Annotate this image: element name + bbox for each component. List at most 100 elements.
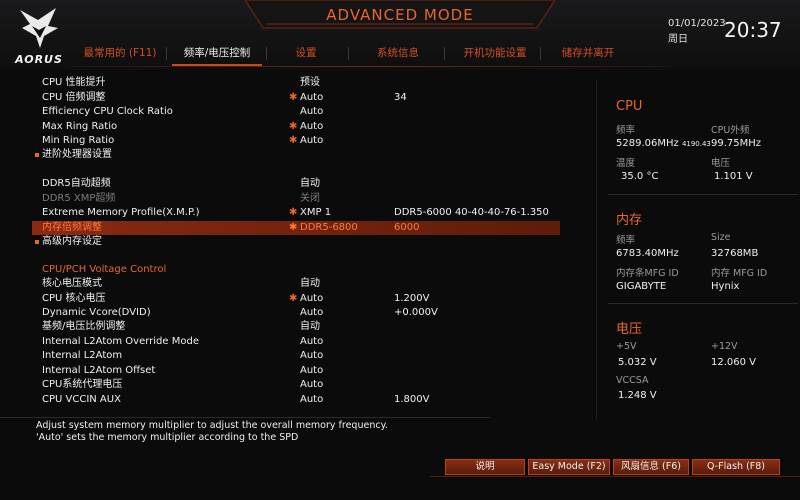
setting-current-value: 34 [394, 92, 407, 103]
setting-min-ring-ratio[interactable]: Min Ring Ratio ✱ Auto [32, 134, 560, 148]
setting-value[interactable]: Auto [300, 134, 323, 148]
setting-label: 内存倍频调整 [42, 222, 102, 233]
modified-star-icon: ✱ [289, 222, 298, 233]
section-title-voltage: CPU/PCH Voltage Control [42, 264, 167, 275]
setting-value[interactable]: Auto [300, 91, 323, 105]
footer-bar: 说明 Easy Mode (F2) 风扇信息 (F6) Q-Flash (F8) [0, 458, 800, 500]
setting-value[interactable]: Auto [300, 335, 323, 349]
setting-value[interactable]: XMP 1 [300, 206, 331, 220]
tab-system-info[interactable]: 系统信息 [358, 44, 438, 64]
tab-frequency-voltage[interactable]: 频率/电压控制 [172, 44, 262, 66]
setting-memory-multiplier[interactable]: 内存倍频调整 ✱ DDR5-6800 6000 [32, 221, 560, 235]
help-button[interactable]: 说明 [445, 459, 525, 475]
setting-label: CPU系统代理电压 [42, 379, 123, 390]
vccsa-value: 1.248 V [618, 390, 657, 401]
setting-bclk-voltage-ratio[interactable]: 基频/电压比例调整 自动 [32, 320, 560, 334]
setting-efficiency-cpu-clock-ratio[interactable]: Efficiency CPU Clock Ratio Auto [32, 105, 560, 119]
submenu-advanced-cpu-settings[interactable]: 进阶处理器设置 [32, 148, 560, 162]
mode-title-plate: ADVANCED MODE [245, 0, 555, 32]
setting-value[interactable]: DDR5-6800 [300, 221, 358, 235]
memory-freq-value: 6783.40MHz [616, 248, 679, 259]
setting-l2atom-offset[interactable]: Internal L2Atom Offset Auto [32, 364, 560, 378]
help-text: Adjust system memory multiplier to adjus… [36, 420, 596, 444]
tab-settings[interactable]: 设置 [274, 44, 338, 64]
cpu-temp-value: 35.0 °C [621, 171, 659, 182]
cpu-bclk-value: 99.75MHz [711, 138, 762, 149]
setting-label: CPU VCCIN AUX [42, 394, 121, 405]
setting-value[interactable]: Auto [300, 393, 323, 407]
memory-mfg-value: GIGABYTE [616, 281, 667, 292]
setting-l2atom-override-mode[interactable]: Internal L2Atom Override Mode Auto [32, 335, 560, 349]
setting-value[interactable]: 自动 [300, 320, 320, 334]
header-bar: AORUS ADVANCED MODE 01/01/2023 周日 20:37 … [0, 0, 800, 70]
setting-label: 基频/电压比例调整 [42, 321, 126, 332]
help-divider [0, 417, 490, 418]
setting-value[interactable]: Auto [300, 364, 323, 378]
tab-favorites[interactable]: 最常用的 (F11) [78, 44, 162, 64]
setting-label: CPU 性能提升 [42, 77, 106, 88]
setting-cpu-vcore[interactable]: CPU 核心电压 ✱ Auto 1.200V [32, 292, 560, 306]
setting-current-value: 6000 [394, 222, 420, 233]
panel-separator [608, 303, 798, 304]
cpu-freq-sub: 4190.43 [681, 140, 711, 148]
setting-label: Dynamic Vcore(DVID) [42, 307, 151, 318]
setting-label: CPU 倍频调整 [42, 92, 106, 103]
setting-cpu-vccin-aux[interactable]: CPU VCCIN AUX Auto 1.800V [32, 393, 560, 407]
setting-label: Internal L2Atom Offset [42, 365, 156, 376]
setting-value[interactable]: 自动 [300, 177, 320, 191]
modified-star-icon: ✱ [289, 135, 298, 146]
qflash-button[interactable]: Q-Flash (F8) [692, 459, 780, 475]
fan-info-button[interactable]: 风扇信息 (F6) [613, 459, 689, 475]
setting-label: 进阶处理器设置 [42, 149, 112, 160]
setting-cpu-performance-boost[interactable]: CPU 性能提升 预设 [32, 76, 560, 90]
vccsa-label: VCCSA [616, 375, 649, 386]
setting-label: Internal L2Atom Override Mode [42, 336, 199, 347]
memory-chip-value: Hynix [711, 281, 740, 292]
help-line-1: Adjust system memory multiplier to adjus… [36, 420, 388, 431]
setting-value[interactable]: Auto [300, 292, 323, 306]
tab-divider [266, 47, 267, 60]
logo-text: AORUS [15, 53, 63, 66]
v5-label: +5V [616, 341, 637, 352]
setting-value[interactable]: 自动 [300, 277, 320, 291]
easy-mode-button[interactable]: Easy Mode (F2) [528, 459, 610, 475]
mode-title: ADVANCED MODE [326, 6, 474, 24]
tab-save-exit[interactable]: 储存并离开 [548, 44, 628, 64]
tab-divider [444, 47, 445, 60]
setting-label: CPU 核心电压 [42, 293, 106, 304]
setting-value[interactable]: Auto [300, 306, 323, 320]
setting-xmp-profile[interactable]: Extreme Memory Profile(X.M.P.) ✱ XMP 1 D… [32, 206, 560, 220]
setting-dynamic-vcore[interactable]: Dynamic Vcore(DVID) Auto +0.000V [32, 306, 560, 320]
modified-star-icon: ✱ [289, 207, 298, 218]
setting-current-value: +0.000V [394, 307, 438, 318]
setting-max-ring-ratio[interactable]: Max Ring Ratio ✱ Auto [32, 120, 560, 134]
modified-star-icon: ✱ [289, 121, 298, 132]
setting-label: 核心电压模式 [42, 278, 102, 289]
help-line-2: 'Auto' sets the memory multiplier accord… [36, 432, 299, 443]
setting-ddr5-auto-oc[interactable]: DDR5自动超频 自动 [32, 177, 560, 191]
v12-label: +12V [711, 341, 738, 352]
cpu-freq-value: 5289.06MHz 4190.43 [616, 138, 711, 149]
voltage-title: 电压 [616, 322, 643, 337]
setting-value[interactable]: Auto [300, 349, 323, 363]
memory-chip-label: 内存 MFG ID [711, 268, 768, 279]
setting-value[interactable]: Auto [300, 105, 323, 119]
setting-cpu-ratio[interactable]: CPU 倍频调整 ✱ Auto 34 [32, 91, 560, 105]
tab-divider [348, 47, 349, 60]
setting-label: DDR5自动超频 [42, 178, 111, 189]
setting-label: Internal L2Atom [42, 350, 123, 361]
submenu-bullet-icon [35, 153, 39, 157]
setting-value[interactable]: 预设 [300, 76, 320, 90]
setting-value[interactable]: Auto [300, 120, 323, 134]
setting-l2atom[interactable]: Internal L2Atom Auto [32, 349, 560, 363]
submenu-advanced-memory-settings[interactable]: 高级内存设定 [32, 235, 560, 249]
setting-cpu-sa-voltage[interactable]: CPU系统代理电压 Auto [32, 378, 560, 392]
setting-current-value: DDR5-6000 40-40-40-76-1.350 [394, 207, 549, 218]
panel-separator [608, 194, 798, 195]
settings-list: CPU 性能提升 预设 CPU 倍频调整 ✱ Auto 34 Efficienc… [32, 74, 572, 416]
tab-boot[interactable]: 开机功能设置 [450, 44, 540, 64]
setting-label: Max Ring Ratio [42, 121, 118, 132]
setting-value[interactable]: Auto [300, 378, 323, 392]
setting-vcore-mode[interactable]: 核心电压模式 自动 [32, 277, 560, 291]
date-text: 01/01/2023 [668, 18, 726, 29]
